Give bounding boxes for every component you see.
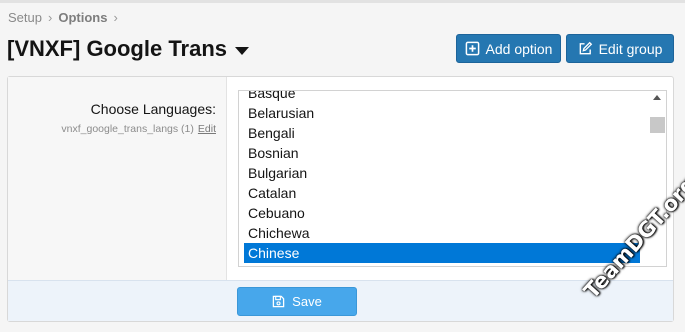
plus-square-icon xyxy=(465,41,479,56)
breadcrumb-options[interactable]: Options xyxy=(58,10,107,25)
page-title-text: [VNXF] Google Trans xyxy=(7,36,228,61)
option-id: vnxf_google_trans_langs (1) xyxy=(61,123,194,135)
languages-multiselect[interactable]: Basque Belarusian Bengali Bosnian Bulgarian C… xyxy=(238,90,667,267)
edit-group-label: Edit group xyxy=(598,40,663,57)
save-button[interactable]: Save xyxy=(237,287,357,316)
option-label: Choose Languages: xyxy=(90,101,216,117)
edit-icon xyxy=(579,41,592,55)
language-option[interactable]: Chinese xyxy=(244,243,640,263)
breadcrumb-setup[interactable]: Setup xyxy=(8,10,42,25)
language-option[interactable]: Bosnian xyxy=(244,143,640,163)
option-hint: vnxf_google_trans_langs (1) Edit xyxy=(61,123,216,135)
language-option[interactable]: Chichewa xyxy=(244,223,640,243)
languages-list: Basque Belarusian Bengali Bosnian Bulgarian C… xyxy=(244,91,640,263)
add-option-button[interactable]: Add option xyxy=(456,34,561,63)
language-option[interactable]: Bengali xyxy=(244,123,640,143)
top-border xyxy=(0,0,685,3)
chevron-right-icon: › xyxy=(47,9,53,25)
language-option[interactable]: Basque xyxy=(244,91,640,103)
scroll-up-arrow-icon[interactable] xyxy=(653,95,661,100)
scroll-thumb[interactable] xyxy=(650,117,665,133)
option-label-column: Choose Languages: vnxf_google_trans_lang… xyxy=(8,77,227,280)
add-option-label: Add option xyxy=(485,40,553,57)
options-panel: Choose Languages: vnxf_google_trans_lang… xyxy=(7,76,674,322)
language-option[interactable]: Cebuano xyxy=(244,203,640,223)
page-title[interactable]: [VNXF] Google Trans xyxy=(7,36,250,62)
language-option[interactable]: Catalan xyxy=(244,183,640,203)
chevron-right-icon: › xyxy=(113,9,118,25)
edit-group-button[interactable]: Edit group xyxy=(566,34,674,63)
language-option[interactable]: Belarusian xyxy=(244,103,640,123)
save-icon xyxy=(272,295,285,308)
breadcrumb: Setup › Options › xyxy=(8,8,118,26)
save-label: Save xyxy=(292,294,322,309)
edit-link[interactable]: Edit xyxy=(198,123,216,135)
form-footer: Save xyxy=(8,280,673,321)
language-option[interactable]: Bulgarian xyxy=(244,163,640,183)
caret-down-icon[interactable] xyxy=(235,46,250,55)
